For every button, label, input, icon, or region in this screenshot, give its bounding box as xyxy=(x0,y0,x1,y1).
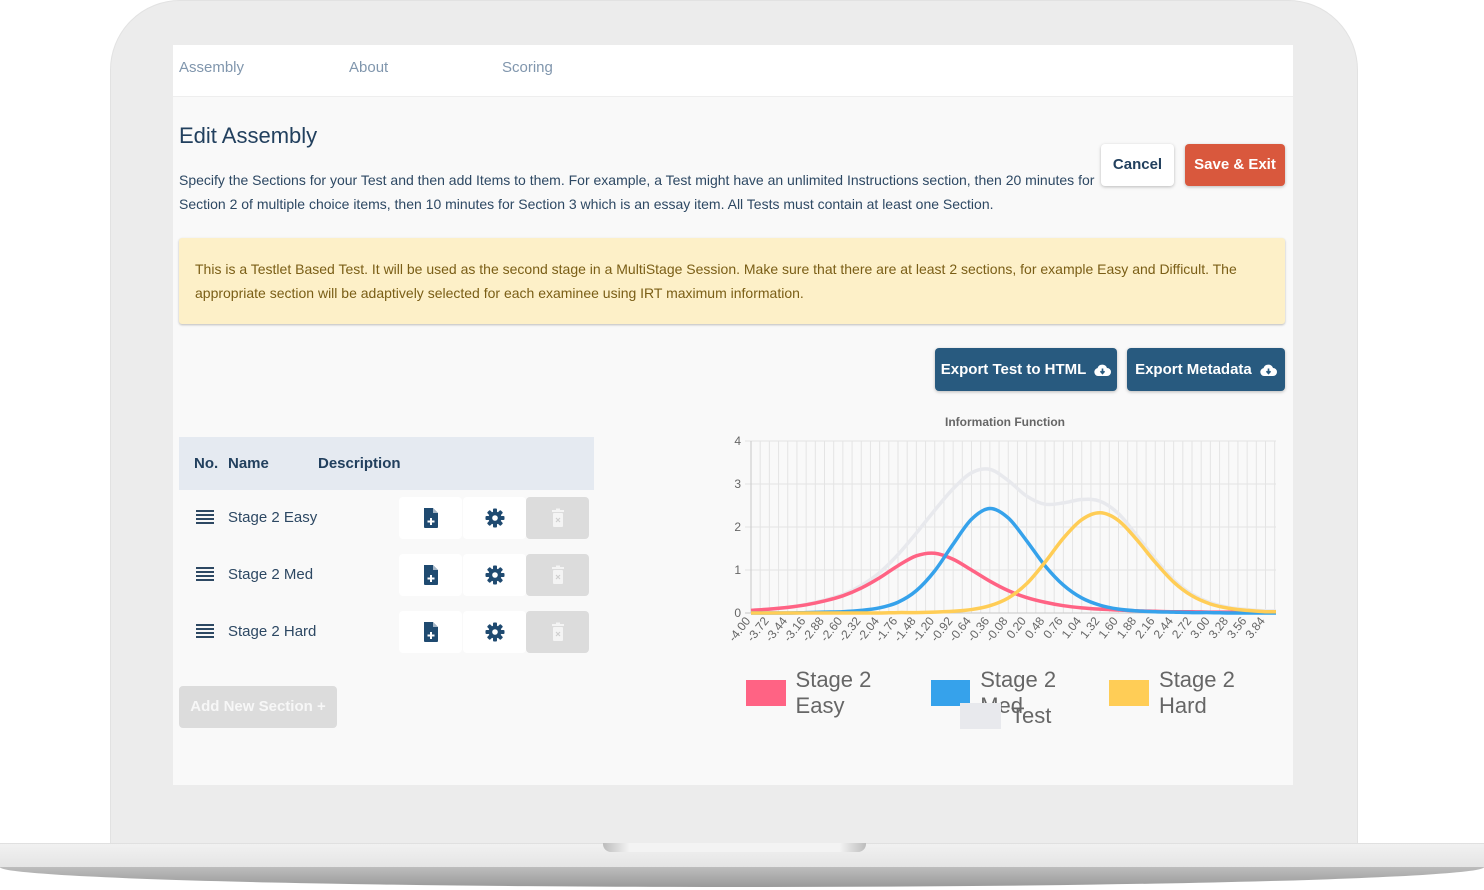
y-tick-label: 3 xyxy=(734,477,741,491)
file-plus-icon xyxy=(423,565,438,585)
series-line-stage-2-easy xyxy=(750,551,1276,614)
legend-item[interactable]: Stage 2 Easy xyxy=(746,667,922,719)
chart-legend-row-2: Test xyxy=(960,703,1060,729)
add-new-section-button[interactable]: Add New Section + xyxy=(179,686,337,728)
delete-section-button[interactable] xyxy=(526,554,589,596)
legend-label: Stage 2 Hard xyxy=(1159,667,1235,718)
y-tick-label: 4 xyxy=(734,434,741,448)
info-alert: This is a Testlet Based Test. It will be… xyxy=(179,238,1285,324)
y-tick-label: 1 xyxy=(734,563,741,577)
add-item-button[interactable] xyxy=(399,554,462,596)
section-settings-button[interactable] xyxy=(463,554,526,596)
laptop-base-lip xyxy=(0,867,1484,887)
gear-icon xyxy=(485,622,504,642)
sections-table-header: No. Name Description xyxy=(179,437,594,490)
page-title: Edit Assembly xyxy=(179,123,318,148)
cloud-download-icon xyxy=(1094,364,1112,376)
legend-label: Stage 2 Easy xyxy=(795,667,872,718)
alert-text: This is a Testlet Based Test. It will be… xyxy=(195,261,1237,301)
section-settings-button[interactable] xyxy=(463,497,526,539)
trash-icon xyxy=(551,565,564,584)
cancel-button[interactable]: Cancel xyxy=(1101,144,1174,186)
save-exit-button[interactable]: Save & Exit xyxy=(1185,144,1285,186)
drag-handle-icon[interactable] xyxy=(196,624,214,638)
app-screen: Assembly About Scoring Edit Assembly Spe… xyxy=(173,45,1293,785)
add-item-button[interactable] xyxy=(399,497,462,539)
tab-assembly[interactable]: Assembly xyxy=(179,59,244,76)
tab-scoring[interactable]: Scoring xyxy=(502,59,553,76)
section-settings-button[interactable] xyxy=(463,611,526,653)
laptop-notch xyxy=(603,843,866,852)
column-no: No. xyxy=(194,455,219,472)
legend-item[interactable]: Stage 2 Hard xyxy=(1109,667,1284,719)
export-html-label: Export Test to HTML xyxy=(940,361,1087,378)
section-row: Stage 2 Hard xyxy=(179,611,594,655)
column-description: Description xyxy=(318,455,401,472)
chart-title: Information Function xyxy=(945,415,1065,429)
export-metadata-label: Export Metadata xyxy=(1135,361,1252,378)
export-metadata-button[interactable]: Export Metadata xyxy=(1127,348,1285,391)
tab-about[interactable]: About xyxy=(349,59,388,76)
trash-icon xyxy=(551,622,564,641)
x-tick-label: 3.84 xyxy=(1242,614,1268,641)
column-name: Name xyxy=(228,455,269,472)
file-plus-icon xyxy=(423,508,438,528)
export-html-button[interactable]: Export Test to HTML xyxy=(935,348,1117,391)
legend-swatch xyxy=(960,703,1001,729)
delete-section-button[interactable] xyxy=(526,611,589,653)
drag-handle-icon[interactable] xyxy=(196,510,214,524)
drag-handle-icon[interactable] xyxy=(196,567,214,581)
section-row: Stage 2 Med xyxy=(179,554,594,598)
section-name: Stage 2 Easy xyxy=(228,509,318,526)
legend-swatch xyxy=(1109,680,1150,706)
series-line-test xyxy=(750,467,1277,613)
section-name: Stage 2 Hard xyxy=(228,623,317,640)
trash-icon xyxy=(551,508,564,527)
gear-icon xyxy=(485,565,504,585)
section-name: Stage 2 Med xyxy=(228,566,314,583)
legend-label: Test xyxy=(1011,703,1052,728)
add-item-button[interactable] xyxy=(399,611,462,653)
file-plus-icon xyxy=(423,622,438,642)
page-description: Specify the Sections for your Test and t… xyxy=(179,172,1095,212)
delete-section-button[interactable] xyxy=(526,497,589,539)
section-row: Stage 2 Easy xyxy=(179,497,594,541)
legend-swatch xyxy=(746,680,786,706)
gear-icon xyxy=(485,508,504,528)
top-nav: Assembly About Scoring xyxy=(173,45,1293,97)
y-tick-label: 2 xyxy=(734,520,741,534)
legend-item[interactable]: Test xyxy=(960,703,1051,729)
cloud-download-icon xyxy=(1260,364,1277,376)
